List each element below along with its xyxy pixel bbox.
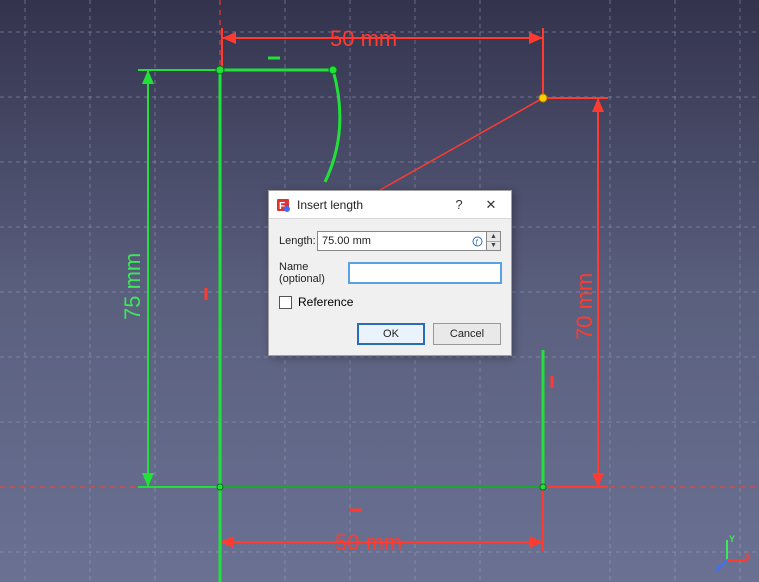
axis-x-label: X bbox=[745, 552, 751, 562]
spin-up-icon[interactable]: ▲ bbox=[487, 232, 500, 242]
app-icon: F bbox=[275, 197, 291, 213]
axis-z-label: Z bbox=[715, 564, 721, 574]
length-spinner[interactable]: ▲ ▼ bbox=[486, 231, 501, 251]
length-input[interactable] bbox=[317, 231, 468, 251]
dimension-left-active[interactable]: 75 mm bbox=[120, 70, 218, 487]
spin-down-icon[interactable]: ▼ bbox=[487, 242, 500, 251]
close-button[interactable]: ✕ bbox=[475, 194, 507, 216]
expression-icon[interactable]: ƒ bbox=[468, 231, 486, 251]
cancel-button[interactable]: Cancel bbox=[433, 323, 501, 345]
dimension-right[interactable]: 70 mm bbox=[548, 98, 608, 487]
dimension-top-text: 50 mm bbox=[330, 26, 397, 51]
reference-label: Reference bbox=[298, 295, 353, 309]
dimension-right-text: 70 mm bbox=[572, 273, 597, 340]
ok-button[interactable]: OK bbox=[357, 323, 425, 345]
insert-length-dialog: F Insert length ? ✕ Length: ƒ ▲ ▼ bbox=[268, 190, 512, 356]
svg-text:F: F bbox=[279, 201, 285, 212]
dimension-left-text: 75 mm bbox=[120, 253, 145, 320]
help-button[interactable]: ? bbox=[443, 194, 475, 216]
reference-checkbox[interactable] bbox=[279, 296, 292, 309]
dialog-titlebar[interactable]: F Insert length ? ✕ bbox=[269, 191, 511, 219]
dimension-top[interactable]: 50 mm bbox=[222, 26, 543, 98]
name-label: Name (optional) bbox=[279, 261, 349, 285]
svg-text:ƒ: ƒ bbox=[475, 239, 479, 246]
dimension-bottom[interactable]: 50 mm bbox=[220, 490, 543, 555]
name-input[interactable] bbox=[349, 263, 501, 283]
dimension-bottom-text: 50 mm bbox=[335, 530, 402, 555]
length-label: Length: bbox=[279, 235, 317, 247]
axis-indicator[interactable]: Y X Z bbox=[711, 534, 751, 574]
axis-y-label: Y bbox=[729, 534, 735, 544]
dialog-title: Insert length bbox=[297, 198, 443, 212]
